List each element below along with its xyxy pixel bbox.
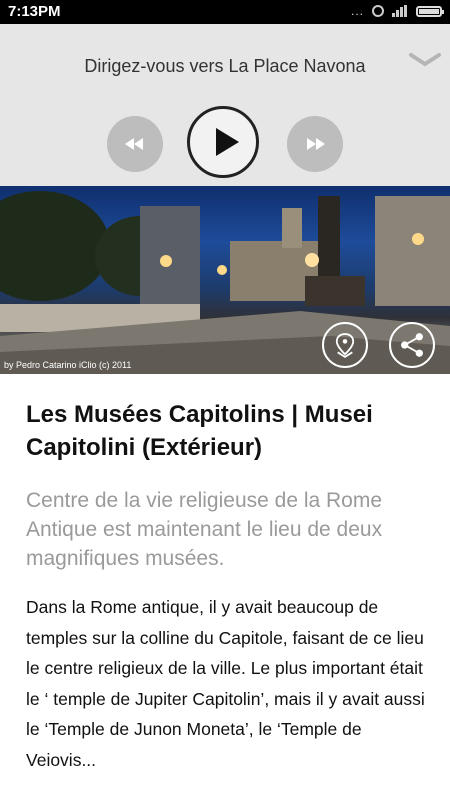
rewind-button[interactable] [107, 116, 163, 172]
status-bar: 7:13PM ... [0, 0, 450, 24]
share-icon [401, 333, 423, 357]
signal-icon [392, 5, 408, 17]
notification-dots-icon: ... [350, 4, 364, 18]
map-pin-icon [335, 333, 355, 358]
piazza-photo [0, 191, 450, 374]
share-button[interactable] [389, 322, 435, 368]
article-title: Les Musées Capitolins | Musei Capitolini… [26, 401, 373, 461]
play-button[interactable] [187, 106, 259, 178]
audio-player: Dirigez-vous vers La Place Navona [0, 24, 450, 186]
player-title: Dirigez-vous vers La Place Navona [84, 56, 366, 76]
fast-forward-icon [307, 138, 325, 150]
status-icons: ... [350, 4, 444, 18]
map-button[interactable] [322, 322, 368, 368]
alarm-icon [372, 5, 384, 17]
battery-icon [416, 5, 444, 17]
hero-image: by Pedro Catarino iClio (c) 2011 [0, 186, 450, 374]
chevron-down-icon[interactable] [408, 50, 442, 70]
article-body: Dans la Rome antique, il y avait beaucou… [26, 597, 425, 770]
photo-credit: by Pedro Catarino iClio (c) 2011 [4, 360, 132, 370]
rewind-icon [125, 138, 143, 150]
article-subtitle: Centre de la vie religieuse de la Rome A… [26, 489, 383, 570]
status-time: 7:13PM [8, 3, 61, 20]
fast-forward-button[interactable] [287, 116, 343, 172]
play-icon [216, 128, 239, 156]
